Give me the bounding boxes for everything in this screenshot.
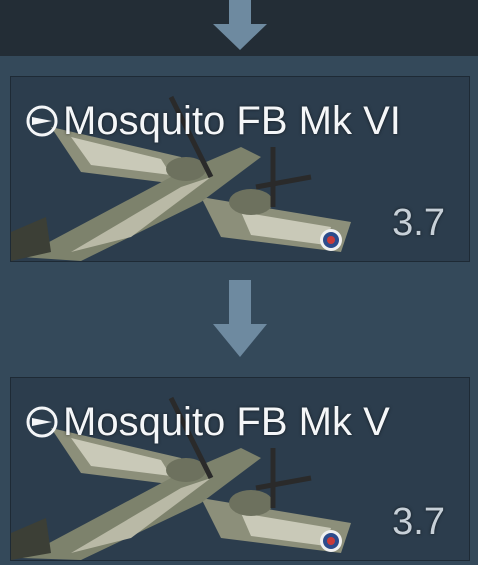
uk-roundel-icon: [26, 105, 58, 137]
vehicle-name: Mosquito FB Mk V: [63, 400, 390, 444]
research-arrow-middle: [0, 262, 478, 362]
research-arrow-top: [0, 0, 478, 56]
vehicle-card-mosquito-fb-mk-v[interactable]: Mosquito FB Mk V 3.7: [10, 377, 470, 561]
down-arrow-icon: [213, 280, 267, 357]
down-arrow-icon: [213, 0, 267, 50]
vehicle-name: Mosquito FB Mk VI: [63, 99, 401, 143]
battle-rating: 3.7: [392, 501, 445, 543]
battle-rating: 3.7: [392, 202, 445, 244]
vehicle-card-mosquito-fb-mk-vi[interactable]: Mosquito FB Mk VI 3.7: [10, 76, 470, 262]
uk-roundel-icon: [26, 406, 58, 438]
